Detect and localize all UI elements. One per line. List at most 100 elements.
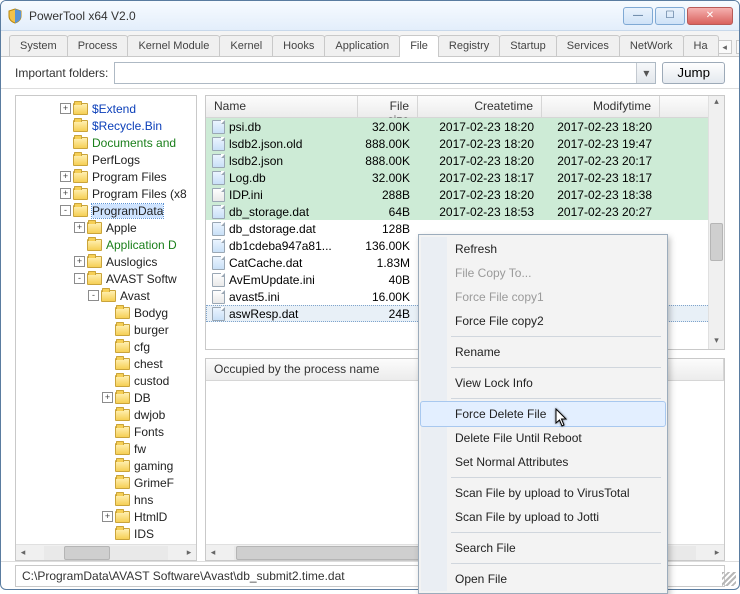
tree-node[interactable]: +Auslogics xyxy=(18,253,196,270)
tree-node[interactable]: +Program Files (x8 xyxy=(18,185,196,202)
ctx-file-copy-to[interactable]: File Copy To... xyxy=(421,261,665,285)
tree-node[interactable]: +HtmlD xyxy=(18,508,196,525)
file-row[interactable]: db_storage.dat64B2017-02-23 18:532017-02… xyxy=(206,203,724,220)
tabstrip-left-icon[interactable]: ◂ xyxy=(718,40,732,54)
folder-icon xyxy=(101,290,116,302)
folder-tree[interactable]: +$Extend$Recycle.Bin Documents andPerfLog… xyxy=(15,95,197,561)
col-name[interactable]: Name xyxy=(206,96,358,117)
ctx-open-file[interactable]: Open File xyxy=(421,567,665,591)
tree-node[interactable]: $Recycle.Bin xyxy=(18,117,196,134)
maximize-button[interactable]: ☐ xyxy=(655,7,685,25)
tree-label: Documents and xyxy=(92,136,176,150)
tree-node[interactable]: cfg xyxy=(18,338,196,355)
tab-kernel[interactable]: Kernel xyxy=(219,35,273,56)
minimize-button[interactable]: — xyxy=(623,7,653,25)
folder-icon xyxy=(87,273,102,285)
title-bar[interactable]: PowerTool x64 V2.0 — ☐ ✕ xyxy=(1,1,739,31)
ctx-force-copy1[interactable]: Force File copy1 xyxy=(421,285,665,309)
tree-node[interactable]: IDS xyxy=(18,525,196,542)
tree-node[interactable]: chest xyxy=(18,355,196,372)
tab-hooks[interactable]: Hooks xyxy=(272,35,325,56)
resize-grip[interactable] xyxy=(722,572,736,586)
tree-node[interactable]: fw xyxy=(18,440,196,457)
file-createtime: 2017-02-23 18:53 xyxy=(418,205,542,219)
file-name: IDP.ini xyxy=(229,188,263,202)
ctx-scan-jotti[interactable]: Scan File by upload to Jotti xyxy=(421,505,665,529)
ctx-force-delete-file[interactable]: Force Delete File xyxy=(421,402,665,426)
folder-icon xyxy=(115,460,130,472)
tree-node[interactable]: Application D xyxy=(18,236,196,253)
file-row[interactable]: Log.db32.00K2017-02-23 18:172017-02-23 1… xyxy=(206,169,724,186)
tree-label: Fonts xyxy=(134,425,164,439)
jump-button[interactable]: Jump xyxy=(662,62,725,84)
tree-label: cfg xyxy=(134,340,150,354)
tab-system[interactable]: System xyxy=(9,35,68,56)
close-button[interactable]: ✕ xyxy=(687,7,733,25)
tree-node[interactable]: +Apple xyxy=(18,219,196,236)
ctx-search-file[interactable]: Search File xyxy=(421,536,665,560)
tree-hscrollbar[interactable]: ◂▸ xyxy=(16,544,196,560)
file-createtime: 2017-02-23 18:20 xyxy=(418,120,542,134)
tab-startup[interactable]: Startup xyxy=(499,35,556,56)
col-size[interactable]: File size xyxy=(358,96,418,117)
folder-icon xyxy=(73,120,88,132)
context-menu: Refresh File Copy To... Force File copy1… xyxy=(418,234,668,594)
tree-node[interactable]: -Avast xyxy=(18,287,196,304)
file-icon xyxy=(212,239,225,253)
file-row[interactable]: psi.db32.00K2017-02-23 18:202017-02-23 1… xyxy=(206,118,724,135)
file-size: 40B xyxy=(358,273,418,287)
tabstrip-right-icon[interactable]: ▸ xyxy=(736,40,740,54)
tab-process[interactable]: Process xyxy=(67,35,129,56)
ctx-set-normal-attributes[interactable]: Set Normal Attributes xyxy=(421,450,665,474)
tree-node[interactable]: -AVAST Softw xyxy=(18,270,196,287)
tab-registry[interactable]: Registry xyxy=(438,35,500,56)
folder-icon xyxy=(73,205,88,217)
ctx-scan-virustotal[interactable]: Scan File by upload to VirusTotal xyxy=(421,481,665,505)
ctx-view-lock-info[interactable]: View Lock Info xyxy=(421,371,665,395)
tree-node[interactable]: +Program Files xyxy=(18,168,196,185)
file-list-header[interactable]: Name File size Createtime Modifytime xyxy=(206,96,724,118)
tab-kernel-module[interactable]: Kernel Module xyxy=(127,35,220,56)
tab-overflow[interactable]: Ha xyxy=(683,35,719,56)
file-list-vscrollbar[interactable]: ▴▾ xyxy=(708,96,724,349)
important-folders-combo[interactable] xyxy=(114,62,656,84)
tree-node[interactable]: hns xyxy=(18,491,196,508)
tree-node[interactable]: custod xyxy=(18,372,196,389)
file-name: Log.db xyxy=(229,171,266,185)
tree-node[interactable]: +$Extend xyxy=(18,100,196,117)
tree-label: hns xyxy=(134,493,153,507)
tree-node[interactable]: GrimeF xyxy=(18,474,196,491)
file-name: db_dstorage.dat xyxy=(229,222,316,236)
folder-icon xyxy=(115,511,130,523)
file-modifytime: 2017-02-23 18:17 xyxy=(542,171,660,185)
tree-node[interactable]: Bodyg xyxy=(18,304,196,321)
file-icon xyxy=(212,188,225,202)
tab-file[interactable]: File xyxy=(399,35,439,57)
tree-node[interactable]: Fonts xyxy=(18,423,196,440)
file-size: 888.00K xyxy=(358,137,418,151)
tree-node[interactable]: dwjob xyxy=(18,406,196,423)
col-createtime[interactable]: Createtime xyxy=(418,96,542,117)
tree-node[interactable]: Documents and xyxy=(18,134,196,151)
file-row[interactable]: lsdb2.json.old888.00K2017-02-23 18:20201… xyxy=(206,135,724,152)
ctx-force-copy2[interactable]: Force File copy2 xyxy=(421,309,665,333)
file-row[interactable]: lsdb2.json888.00K2017-02-23 18:202017-02… xyxy=(206,152,724,169)
tree-node[interactable]: gaming xyxy=(18,457,196,474)
tab-network[interactable]: NetWork xyxy=(619,35,684,56)
col-modifytime[interactable]: Modifytime xyxy=(542,96,660,117)
tree-node[interactable]: burger xyxy=(18,321,196,338)
ctx-delete-until-reboot[interactable]: Delete File Until Reboot xyxy=(421,426,665,450)
file-row[interactable]: IDP.ini288B2017-02-23 18:202017-02-23 18… xyxy=(206,186,724,203)
file-icon xyxy=(212,273,225,287)
folder-icon xyxy=(115,341,130,353)
tab-services[interactable]: Services xyxy=(556,35,620,56)
tab-application[interactable]: Application xyxy=(324,35,400,56)
ctx-refresh[interactable]: Refresh xyxy=(421,237,665,261)
folder-icon xyxy=(73,154,88,166)
file-size: 32.00K xyxy=(358,120,418,134)
tree-label: fw xyxy=(134,442,146,456)
tree-node[interactable]: -ProgramData xyxy=(18,202,196,219)
tree-node[interactable]: +DB xyxy=(18,389,196,406)
tree-node[interactable]: PerfLogs xyxy=(18,151,196,168)
ctx-rename[interactable]: Rename xyxy=(421,340,665,364)
